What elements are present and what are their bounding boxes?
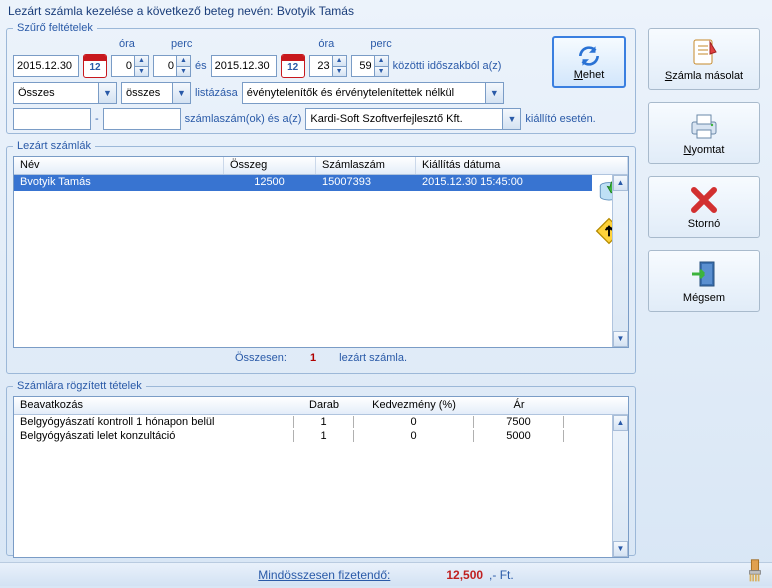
issuer-combo[interactable]: Kardi-Soft Szoftverfejlesztő Kft.▼	[305, 108, 521, 130]
and-label: és	[195, 60, 207, 72]
col-num: Számlaszám	[316, 157, 416, 174]
type-combo[interactable]: Összes▼	[13, 82, 117, 104]
col-name: Név	[14, 157, 224, 174]
invoice-copy-button[interactable]: Számla másolat	[648, 28, 760, 90]
cancel-label: Mégsem	[683, 292, 725, 304]
items-table-header: Beavatkozás Darab Kedvezmény (%) Ár	[14, 397, 628, 415]
print-label: Nyomtat	[684, 144, 725, 156]
invoice-items-group: Számlára rögzített tételek Beavatkozás D…	[6, 380, 636, 556]
min-label-to: perc	[370, 38, 391, 50]
calendar-from-icon[interactable]	[83, 54, 107, 78]
min-from-spinner[interactable]: 0 ▲▼	[153, 55, 191, 77]
grand-total-label[interactable]: Mindösszesen fizetendő:	[258, 568, 390, 582]
min-label-from: perc	[171, 38, 192, 50]
hour-to-spinner[interactable]: 23 ▲▼	[309, 55, 347, 77]
scroll-up-icon[interactable]: ▲	[613, 175, 628, 191]
storno-button[interactable]: Stornó	[648, 176, 760, 238]
closed-table-header: Név Összeg Számlaszám Kiállítás dátuma	[14, 157, 628, 175]
grand-total-amount: 12,500	[440, 568, 489, 582]
go-button[interactable]: Mehet	[552, 36, 626, 88]
col-date: Kiállítás dátuma	[416, 157, 628, 174]
storno-label: Stornó	[688, 218, 720, 230]
exit-door-icon	[688, 258, 720, 290]
scroll-down-icon[interactable]: ▼	[613, 331, 628, 347]
invoice-num-from-input[interactable]	[13, 108, 91, 130]
refresh-icon	[576, 43, 602, 69]
invoice-copy-label: Számla másolat	[665, 70, 743, 82]
hour-label-from: óra	[119, 38, 143, 50]
list-label: listázása	[195, 87, 238, 99]
spin-down-icon[interactable]: ▼	[134, 66, 148, 76]
date-to-input[interactable]	[211, 55, 277, 77]
chevron-down-icon[interactable]: ▼	[98, 83, 116, 103]
closed-table-scrollbar[interactable]: ▲ ▼	[612, 175, 628, 347]
calendar-to-icon[interactable]	[281, 54, 305, 78]
closed-table-row[interactable]: Bvotyik Tamás 12500 15007393 2015.12.30 …	[14, 175, 592, 191]
issuer-suffix-label: kiállító esetén.	[525, 113, 595, 125]
closed-summary: Összesen: 1 lezárt számla.	[13, 352, 629, 364]
printer-icon	[688, 110, 720, 142]
spin-up-icon[interactable]: ▲	[134, 56, 148, 66]
go-button-label: Mehet	[574, 69, 605, 81]
col-sum: Összeg	[224, 157, 316, 174]
invoice-items-legend: Számlára rögzített tételek	[13, 380, 146, 392]
invoice-num-to-input[interactable]	[103, 108, 181, 130]
validity-combo[interactable]: événytelenítők és érvénytelenítettek nél…	[242, 82, 504, 104]
items-table-row[interactable]: Belgyógyászati lelet konzultáció 1 0 500…	[14, 429, 628, 443]
items-table-row[interactable]: Belgyógyászatí kontroll 1 hónapon belül …	[14, 415, 628, 429]
paintbrush-icon[interactable]	[746, 558, 764, 582]
closed-invoices-group: Lezárt számlák Név Összeg Számlaszám Kiá…	[6, 140, 636, 374]
cancel-button[interactable]: Mégsem	[648, 250, 760, 312]
items-table-scrollbar[interactable]: ▲ ▼	[612, 415, 628, 557]
hour-from-spinner[interactable]: 0 ▲▼	[111, 55, 149, 77]
min-to-spinner[interactable]: 59 ▲▼	[351, 55, 389, 77]
subtype-combo[interactable]: összes▼	[121, 82, 191, 104]
filters-group: Szűrő feltételek óra perc óra perc 0 ▲▼	[6, 22, 636, 134]
closed-invoices-legend: Lezárt számlák	[13, 140, 95, 152]
hour-label-to: óra	[318, 38, 342, 50]
grand-total-unit: ,- Ft.	[489, 568, 514, 582]
delete-x-icon	[688, 184, 720, 216]
range-suffix-label: közötti időszakból a(z)	[393, 60, 502, 72]
filters-legend: Szűrő feltételek	[13, 22, 97, 34]
footer-bar: Mindösszesen fizetendő: 12,500 ,- Ft.	[0, 562, 772, 586]
window-title: Lezárt számla kezelése a következő beteg…	[2, 2, 770, 20]
document-copy-icon	[688, 36, 720, 68]
print-button[interactable]: Nyomtat	[648, 102, 760, 164]
date-from-input[interactable]	[13, 55, 79, 77]
inv-num-label: számlaszám(ok) és a(z)	[185, 113, 302, 125]
